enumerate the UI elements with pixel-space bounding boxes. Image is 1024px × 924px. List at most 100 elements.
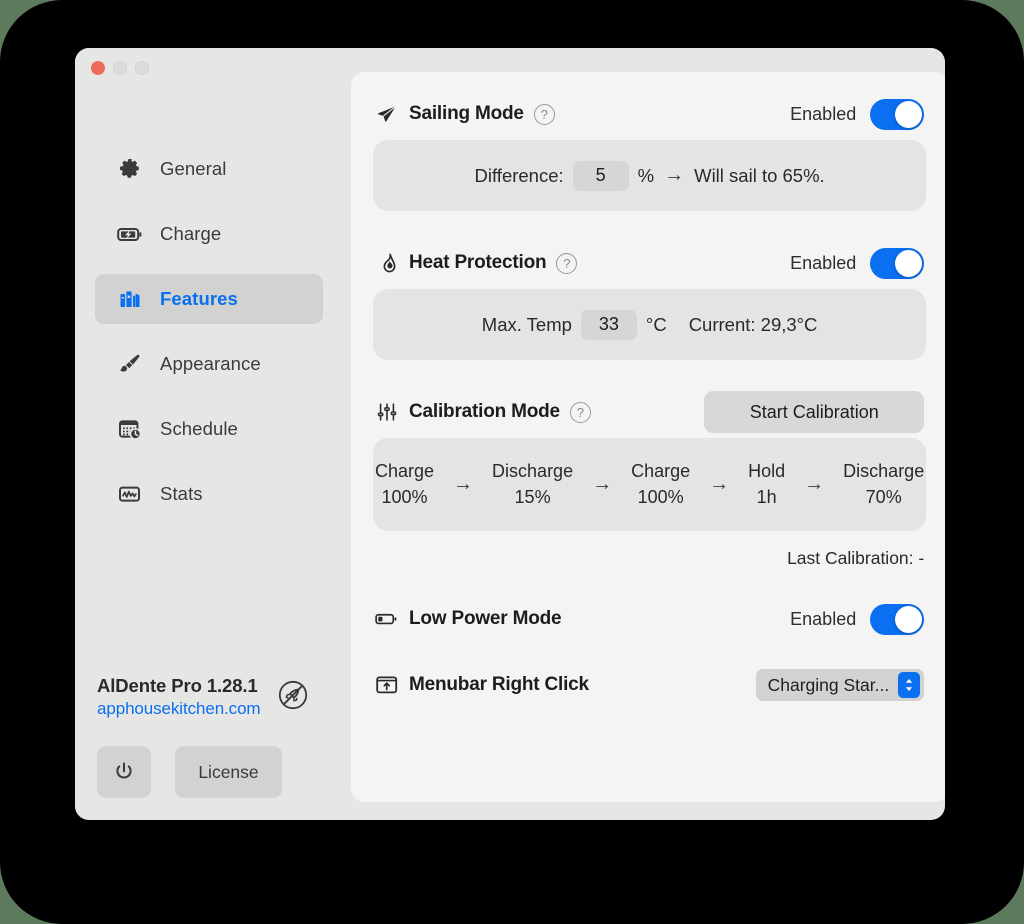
heat-toggle-label: Enabled [790, 252, 857, 273]
select-value: Charging Star... [767, 674, 890, 695]
sidebar-item-appearance[interactable]: Appearance [95, 339, 323, 389]
sidebar-item-label: Charge [160, 223, 222, 244]
power-button[interactable] [97, 746, 151, 798]
brand-text: AlDente Pro 1.28.1 apphousekitchen.com [95, 674, 261, 720]
start-calibration-button[interactable]: Start Calibration [704, 391, 925, 433]
low-power-title: Low Power Mode [409, 608, 562, 629]
sidebar-item-label: Stats [160, 483, 203, 504]
sailing-title: Sailing Mode [409, 103, 524, 124]
content-card: Sailing Mode ? Enabled Difference: 5 % →… [351, 72, 945, 802]
toggle-knob [895, 249, 923, 277]
low-power-toggle-label: Enabled [790, 608, 857, 629]
help-icon[interactable]: ? [533, 103, 555, 125]
paper-plane-icon [375, 103, 399, 125]
calendar-clock-icon [117, 417, 143, 441]
current-temp-text: Current: 29,3°C [688, 313, 818, 335]
screen: General Charge Features Appearance Sched… [0, 0, 1024, 924]
sailing-toggle-label: Enabled [790, 103, 857, 124]
sidebar-item-label: Schedule [160, 418, 238, 439]
minimize-button[interactable] [113, 61, 127, 75]
step-value: 70% [865, 486, 902, 507]
calibration-title: Calibration Mode [409, 401, 560, 422]
menubar-title: Menubar Right Click [409, 674, 589, 695]
difference-input[interactable]: 5 [572, 160, 629, 191]
help-icon[interactable]: ? [556, 252, 578, 274]
step-action: Hold [748, 460, 786, 481]
low-power-toggle[interactable] [870, 603, 925, 635]
sliders-icon [375, 401, 399, 423]
sidebar-item-label: Features [160, 288, 238, 309]
arrow-icon: → [453, 473, 474, 495]
menubar-action-select[interactable]: Charging Star... [755, 669, 925, 701]
sailing-toggle[interactable] [870, 98, 925, 130]
row-menubar-right-click: Menubar Right Click Charging Star... [373, 657, 926, 713]
last-calibration-text: Last Calibration: - [787, 548, 925, 568]
calibration-step: Discharge 70% [841, 459, 926, 510]
calibration-step: Charge 100% [629, 459, 692, 510]
license-button[interactable]: License [175, 746, 282, 798]
chevron-updown-icon[interactable] [898, 672, 921, 698]
sidebar-footer: AlDente Pro 1.28.1 apphousekitchen.com L… [95, 674, 321, 798]
rocket-slash-icon[interactable] [277, 679, 309, 711]
section-heat-protection: Heat Protection ? Enabled Max. Temp 33 °… [373, 243, 927, 360]
step-value: 15% [514, 486, 551, 507]
sidebar-item-label: Appearance [160, 353, 261, 374]
percent-unit: % [637, 164, 655, 186]
sidebar-item-features[interactable]: Features [95, 274, 323, 324]
calibration-steps: Charge 100% → Discharge 15% → Charge 100… [373, 459, 926, 510]
section-calibration-mode: Calibration Mode ? Start Calibration Cha… [373, 391, 927, 569]
sidebar-item-schedule[interactable]: Schedule [95, 404, 323, 454]
paintbrush-icon [117, 352, 143, 376]
sidebar-item-stats[interactable]: Stats [95, 469, 323, 519]
arrow-icon: → [592, 473, 613, 495]
calibration-step: Charge 100% [373, 459, 436, 510]
heat-title: Heat Protection [409, 252, 547, 273]
heat-header: Heat Protection ? Enabled [373, 243, 926, 283]
heat-panel: Max. Temp 33 °C Current: 29,3°C [373, 289, 927, 360]
sidebar-item-charge[interactable]: Charge [95, 209, 323, 259]
step-action: Discharge [843, 460, 925, 481]
window-controls [91, 61, 149, 75]
difference-label: Difference: [474, 164, 564, 186]
step-value: 1h [756, 486, 777, 507]
step-value: 100% [381, 486, 428, 507]
step-action: Charge [375, 460, 435, 481]
battery-low-icon [375, 608, 399, 630]
app-name: AlDente Pro 1.28.1 [97, 674, 258, 696]
max-temp-label: Max. Temp [481, 313, 572, 335]
sidebar: General Charge Features Appearance Sched… [75, 48, 337, 820]
flame-icon [375, 252, 399, 274]
battery-bolt-icon [117, 222, 143, 246]
sidebar-item-label: General [160, 158, 227, 179]
temp-unit: °C [645, 313, 667, 335]
calibration-panel: Charge 100% → Discharge 15% → Charge 100… [373, 438, 927, 531]
app-window: General Charge Features Appearance Sched… [75, 48, 945, 820]
sailing-header: Sailing Mode ? Enabled [373, 94, 926, 134]
toggle-knob [895, 605, 923, 633]
step-action: Charge [631, 460, 691, 481]
arrow-icon: → [804, 473, 825, 495]
website-link[interactable]: apphousekitchen.com [97, 698, 261, 720]
chart-box-icon [117, 482, 143, 506]
row-low-power-mode: Low Power Mode Enabled [373, 591, 926, 647]
sidebar-nav: General Charge Features Appearance Sched… [95, 144, 323, 534]
toggle-knob [895, 100, 923, 128]
calibration-step: Hold 1h [746, 459, 787, 510]
power-icon [112, 760, 136, 784]
help-icon[interactable]: ? [569, 401, 591, 423]
arrow-icon: → [664, 164, 685, 186]
step-action: Discharge [492, 460, 574, 481]
arrow-icon: → [709, 473, 730, 495]
close-button[interactable] [91, 61, 105, 75]
sailing-panel: Difference: 5 % → Will sail to 65%. [373, 140, 927, 211]
section-sailing-mode: Sailing Mode ? Enabled Difference: 5 % →… [373, 94, 927, 211]
gear-icon [117, 157, 143, 181]
max-temp-input[interactable]: 33 [580, 309, 637, 340]
books-icon [117, 287, 143, 311]
sidebar-item-general[interactable]: General [95, 144, 323, 194]
heat-toggle[interactable] [870, 247, 925, 279]
step-value: 100% [637, 486, 684, 507]
calibration-step: Discharge 15% [490, 459, 575, 510]
calibration-header: Calibration Mode ? Start Calibration [373, 391, 926, 433]
maximize-button[interactable] [135, 61, 149, 75]
